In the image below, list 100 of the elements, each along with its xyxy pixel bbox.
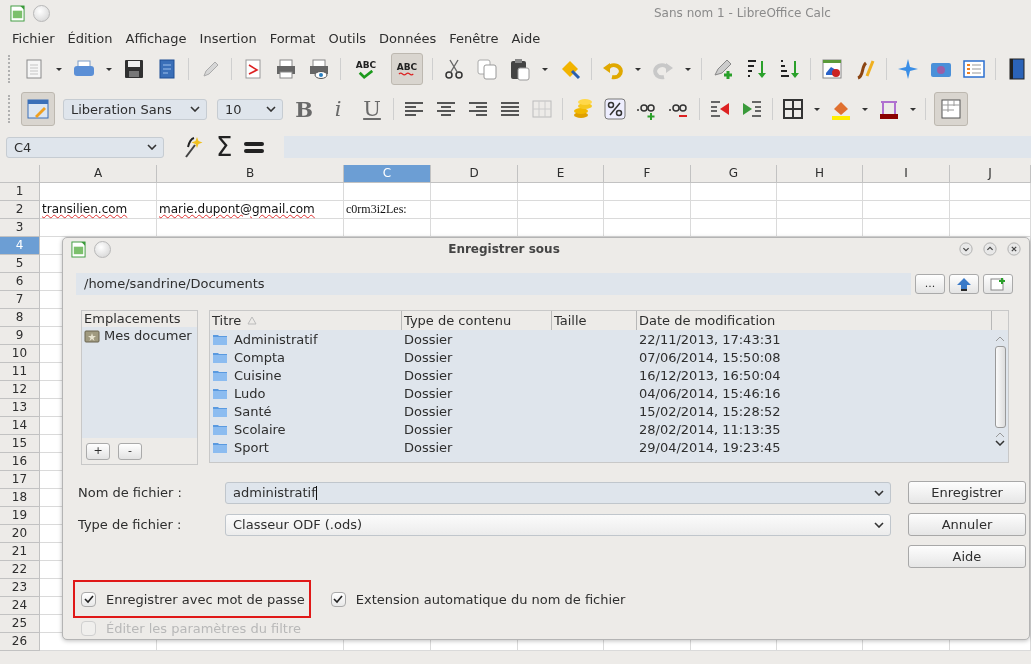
row-header[interactable]: 15 [0, 435, 40, 453]
remove-place-button[interactable]: - [118, 442, 142, 460]
place-item[interactable]: Mes documer [104, 328, 192, 343]
name-box[interactable]: C4 [6, 136, 164, 158]
up-folder-button[interactable] [949, 274, 979, 294]
path-field[interactable]: /home/sandrine/Documents [76, 273, 911, 295]
column-header[interactable]: B [157, 165, 344, 183]
menu-item[interactable]: Insertion [199, 30, 257, 46]
row-header[interactable]: 26 [0, 633, 40, 651]
row-header[interactable]: 3 [0, 219, 40, 237]
row-header[interactable]: 18 [0, 489, 40, 507]
row-header[interactable]: 17 [0, 471, 40, 489]
column-header[interactable]: H [777, 165, 863, 183]
close-icon[interactable] [1007, 242, 1021, 256]
menu-item[interactable]: Fichier [12, 30, 55, 46]
toolbar-grip[interactable] [8, 55, 13, 83]
scroll-down-icon[interactable] [995, 440, 1005, 446]
help-button[interactable]: Aide [908, 545, 1026, 568]
percent-icon[interactable] [603, 97, 627, 121]
font-size-dropdown[interactable]: 10 [217, 98, 283, 120]
file-name[interactable]: Scolaire [234, 421, 286, 437]
row-header[interactable]: 16 [0, 453, 40, 471]
minimize-icon[interactable] [959, 242, 973, 256]
new-folder-button[interactable] [983, 274, 1013, 294]
grid-lines-button[interactable] [934, 92, 968, 126]
cancel-button[interactable]: Annuler [908, 513, 1026, 536]
add-place-button[interactable]: + [86, 442, 110, 460]
column-header[interactable]: F [604, 165, 691, 183]
spellcheck-button[interactable]: ABC [350, 53, 382, 85]
paste-icon[interactable] [508, 57, 532, 81]
dialog-title: Enregistrer sous [447, 242, 561, 256]
menu-item[interactable]: Affichage [125, 30, 187, 46]
column-header[interactable]: I [863, 165, 950, 183]
row-header[interactable]: 6 [0, 273, 40, 291]
row-header[interactable]: 7 [0, 291, 40, 309]
file-name[interactable]: Santé [234, 403, 272, 419]
row-header[interactable]: 23 [0, 579, 40, 597]
row-header[interactable]: 20 [0, 525, 40, 543]
toolbar-grip[interactable] [8, 95, 13, 123]
checkbox[interactable] [81, 591, 96, 607]
column-header[interactable]: D [431, 165, 518, 183]
printer-icon[interactable] [274, 57, 298, 81]
file-name[interactable]: Ludo [234, 385, 266, 401]
column-header[interactable]: A [40, 165, 157, 183]
save-icon[interactable] [122, 57, 146, 81]
row-header[interactable]: 14 [0, 417, 40, 435]
auto-spellcheck-button[interactable]: ABC [391, 53, 423, 85]
row-header[interactable]: 9 [0, 327, 40, 345]
row-header[interactable]: 8 [0, 309, 40, 327]
file-name-field[interactable]: administratif [225, 481, 891, 504]
borders-icon[interactable] [781, 97, 805, 121]
file-name[interactable]: Administratif [234, 331, 318, 347]
row-header[interactable]: 24 [0, 597, 40, 615]
row-header[interactable]: 2 [0, 201, 40, 219]
row-header[interactable]: 13 [0, 399, 40, 417]
row-header[interactable]: 25 [0, 615, 40, 633]
corner-cell[interactable] [0, 165, 40, 183]
checkbox-label[interactable]: Extension automatique du nom de fichier [355, 591, 626, 607]
font-name-dropdown[interactable]: Liberation Sans [63, 98, 207, 120]
row-header[interactable]: 10 [0, 345, 40, 363]
pencil-plus-icon[interactable] [711, 57, 735, 81]
italic-button[interactable]: i [325, 97, 351, 121]
checkbox[interactable] [330, 591, 346, 607]
chart-icon[interactable] [820, 57, 844, 81]
scroll-thumb[interactable] [994, 346, 1006, 428]
file-name[interactable]: Compta [234, 349, 285, 365]
list-icon[interactable] [962, 57, 986, 81]
file-name[interactable]: Sport [234, 439, 269, 455]
row-header[interactable]: 21 [0, 543, 40, 561]
column-header[interactable]: J [950, 165, 1031, 183]
row-header[interactable]: 1 [0, 183, 40, 201]
row-header[interactable]: 19 [0, 507, 40, 525]
browse-button[interactable]: ... [915, 274, 945, 294]
menu-item[interactable]: Format [269, 30, 316, 46]
printer-eye-icon[interactable] [307, 57, 331, 81]
menu-item[interactable]: Données [379, 30, 437, 46]
row-header[interactable]: 22 [0, 561, 40, 579]
column-header[interactable]: E [518, 165, 604, 183]
file-name[interactable]: Cuisine [234, 367, 282, 383]
underline-button[interactable]: U [359, 97, 385, 121]
menu-item[interactable]: Outils [328, 30, 367, 46]
row-header[interactable]: 5 [0, 255, 40, 273]
cut-icon[interactable] [442, 57, 466, 81]
row-header[interactable]: 12 [0, 381, 40, 399]
checkbox-label[interactable]: Enregistrer avec mot de passe [106, 591, 305, 607]
file-type-dropdown[interactable]: Classeur ODF (.ods) [225, 513, 891, 536]
new-folder-icon [990, 277, 1006, 291]
menu-item[interactable]: Édition [67, 30, 113, 46]
maximize-icon[interactable] [983, 242, 997, 256]
table-cell: c0rm3i2Les: [344, 201, 431, 219]
save-button[interactable]: Enregistrer [908, 481, 1026, 504]
row-header[interactable]: 11 [0, 363, 40, 381]
sidebar-button[interactable] [21, 92, 55, 126]
column-header[interactable]: G [691, 165, 777, 183]
sum-button[interactable]: Σ [216, 134, 233, 160]
bold-button[interactable]: B [291, 96, 317, 122]
menu-item[interactable]: Aide [511, 30, 541, 46]
table-cell: Dossier [404, 439, 453, 455]
menu-item[interactable]: Fenêtre [449, 30, 499, 46]
merge-cells-icon[interactable] [530, 97, 554, 121]
